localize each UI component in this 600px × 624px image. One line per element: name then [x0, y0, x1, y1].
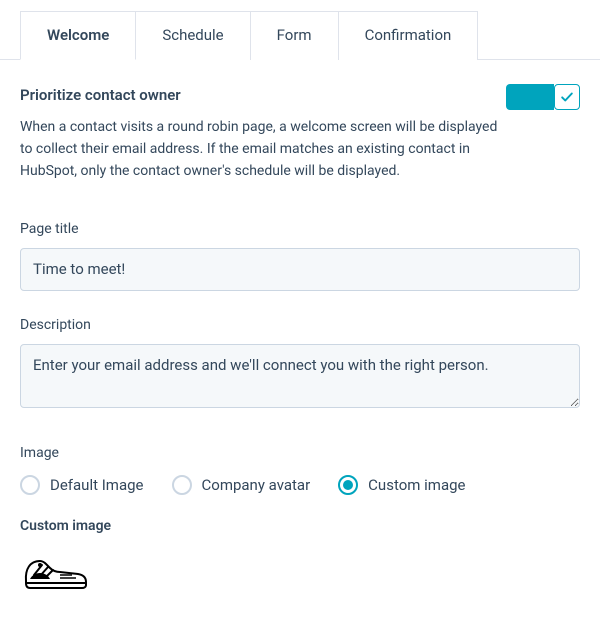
page-title-label: Page title	[20, 219, 580, 240]
check-icon	[554, 84, 580, 110]
radio-icon	[172, 475, 192, 495]
radio-icon	[20, 475, 40, 495]
prioritize-toggle[interactable]	[506, 84, 580, 110]
tab-welcome[interactable]: Welcome	[20, 11, 136, 60]
tabs: Welcome Schedule Form Confirmation	[0, 0, 600, 60]
page-title-input[interactable]	[20, 248, 580, 291]
radio-default-image[interactable]: Default Image	[20, 474, 144, 497]
tab-form[interactable]: Form	[250, 11, 339, 60]
tab-confirmation[interactable]: Confirmation	[338, 11, 479, 60]
radio-label: Custom image	[368, 474, 465, 497]
radio-label: Company avatar	[202, 474, 311, 497]
radio-label: Default Image	[50, 474, 144, 497]
radio-custom-image[interactable]: Custom image	[338, 474, 465, 497]
description-textarea[interactable]	[20, 344, 580, 408]
sneaker-icon	[20, 551, 90, 593]
image-radio-group: Default Image Company avatar Custom imag…	[20, 474, 580, 497]
tab-content: Prioritize contact owner When a contact …	[0, 60, 600, 624]
radio-icon-selected	[338, 475, 358, 495]
prioritize-description: When a contact visits a round robin page…	[20, 116, 500, 183]
description-label: Description	[20, 315, 580, 336]
tab-schedule[interactable]: Schedule	[135, 11, 250, 60]
custom-image-preview[interactable]	[20, 551, 580, 600]
prioritize-title: Prioritize contact owner	[20, 84, 181, 107]
radio-company-avatar[interactable]: Company avatar	[172, 474, 311, 497]
image-label: Image	[20, 443, 580, 464]
custom-image-label: Custom image	[20, 516, 580, 537]
